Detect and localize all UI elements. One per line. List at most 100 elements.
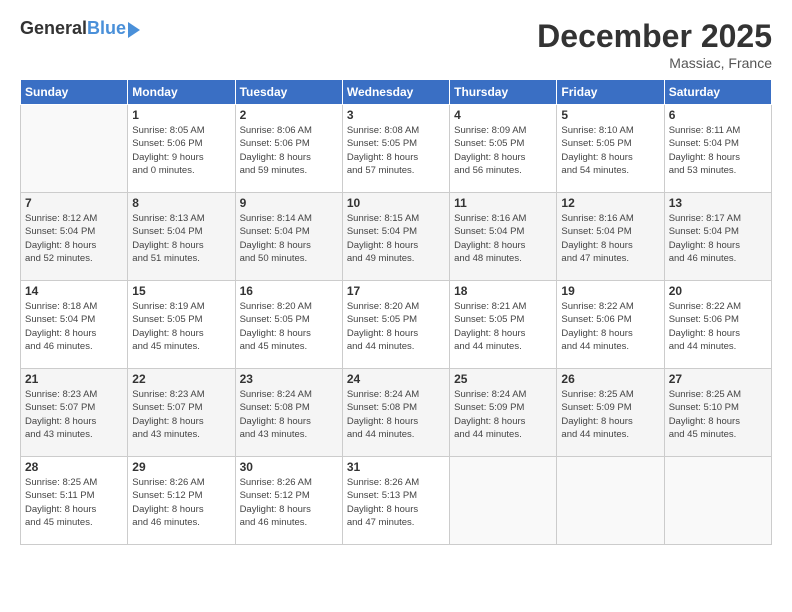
day-number: 16 [240, 284, 338, 298]
table-row: 3 Sunrise: 8:08 AM Sunset: 5:05 PM Daylig… [342, 105, 449, 193]
day-number: 23 [240, 372, 338, 386]
day-info: Sunrise: 8:22 AM Sunset: 5:06 PM Dayligh… [561, 300, 659, 353]
day-number: 19 [561, 284, 659, 298]
day-info: Sunrise: 8:16 AM Sunset: 5:04 PM Dayligh… [454, 212, 552, 265]
table-row: 1Sunrise: 8:05 AM Sunset: 5:06 PM Daylig… [128, 105, 235, 193]
day-number: 2 [240, 108, 338, 122]
table-row [450, 457, 557, 545]
day-info: Sunrise: 8:14 AM Sunset: 5:04 PM Dayligh… [240, 212, 338, 265]
day-info: Sunrise: 8:22 AM Sunset: 5:06 PM Dayligh… [669, 300, 767, 353]
calendar-week-row: 1Sunrise: 8:05 AM Sunset: 5:06 PM Daylig… [21, 105, 772, 193]
day-info: Sunrise: 8:06 AM Sunset: 5:06 PM Dayligh… [240, 124, 338, 177]
day-info: Sunrise: 8:11 AM Sunset: 5:04 PM Dayligh… [669, 124, 767, 177]
table-row: 8 Sunrise: 8:13 AM Sunset: 5:04 PM Daylig… [128, 193, 235, 281]
header-wednesday: Wednesday [342, 80, 449, 105]
day-number: 8 [132, 196, 230, 210]
title-block: December 2025 Massiac, France [537, 18, 772, 71]
day-number: 3 [347, 108, 445, 122]
page: General Blue December 2025 Massiac, Fran… [0, 0, 792, 612]
table-row: 11Sunrise: 8:16 AM Sunset: 5:04 PM Dayli… [450, 193, 557, 281]
table-row: 24 Sunrise: 8:24 AM Sunset: 5:08 PM Dayli… [342, 369, 449, 457]
day-info: Sunrise: 8:08 AM Sunset: 5:05 PM Dayligh… [347, 124, 445, 177]
calendar-week-row: 14 Sunrise: 8:18 AM Sunset: 5:04 PM Dayli… [21, 281, 772, 369]
table-row: 12 Sunrise: 8:16 AM Sunset: 5:04 PM Dayli… [557, 193, 664, 281]
day-info: Sunrise: 8:05 AM Sunset: 5:06 PM Dayligh… [132, 124, 230, 177]
table-row: 28Sunrise: 8:25 AM Sunset: 5:11 PM Dayli… [21, 457, 128, 545]
day-info: Sunrise: 8:24 AM Sunset: 5:08 PM Dayligh… [347, 388, 445, 441]
day-info: Sunrise: 8:17 AM Sunset: 5:04 PM Dayligh… [669, 212, 767, 265]
header: General Blue December 2025 Massiac, Fran… [20, 18, 772, 71]
day-number: 18 [454, 284, 552, 298]
table-row: 29 Sunrise: 8:26 AM Sunset: 5:12 PM Dayli… [128, 457, 235, 545]
table-row: 14 Sunrise: 8:18 AM Sunset: 5:04 PM Dayli… [21, 281, 128, 369]
table-row: 30 Sunrise: 8:26 AM Sunset: 5:12 PM Dayli… [235, 457, 342, 545]
day-info: Sunrise: 8:24 AM Sunset: 5:09 PM Dayligh… [454, 388, 552, 441]
day-number: 20 [669, 284, 767, 298]
day-number: 9 [240, 196, 338, 210]
table-row: 9 Sunrise: 8:14 AM Sunset: 5:04 PM Daylig… [235, 193, 342, 281]
day-number: 12 [561, 196, 659, 210]
day-info: Sunrise: 8:21 AM Sunset: 5:05 PM Dayligh… [454, 300, 552, 353]
day-number: 15 [132, 284, 230, 298]
header-sunday: Sunday [21, 80, 128, 105]
day-number: 17 [347, 284, 445, 298]
table-row: 2 Sunrise: 8:06 AM Sunset: 5:06 PM Daylig… [235, 105, 342, 193]
day-info: Sunrise: 8:23 AM Sunset: 5:07 PM Dayligh… [132, 388, 230, 441]
table-row: 27Sunrise: 8:25 AM Sunset: 5:10 PM Dayli… [664, 369, 771, 457]
day-info: Sunrise: 8:18 AM Sunset: 5:04 PM Dayligh… [25, 300, 123, 353]
header-monday: Monday [128, 80, 235, 105]
header-tuesday: Tuesday [235, 80, 342, 105]
day-info: Sunrise: 8:24 AM Sunset: 5:08 PM Dayligh… [240, 388, 338, 441]
day-info: Sunrise: 8:15 AM Sunset: 5:04 PM Dayligh… [347, 212, 445, 265]
logo: General Blue [20, 18, 140, 39]
day-info: Sunrise: 8:20 AM Sunset: 5:05 PM Dayligh… [240, 300, 338, 353]
calendar-table: Sunday Monday Tuesday Wednesday Thursday… [20, 79, 772, 545]
header-thursday: Thursday [450, 80, 557, 105]
day-info: Sunrise: 8:12 AM Sunset: 5:04 PM Dayligh… [25, 212, 123, 265]
day-number: 5 [561, 108, 659, 122]
table-row: 6 Sunrise: 8:11 AM Sunset: 5:04 PM Daylig… [664, 105, 771, 193]
table-row: 26Sunrise: 8:25 AM Sunset: 5:09 PM Dayli… [557, 369, 664, 457]
table-row: 22 Sunrise: 8:23 AM Sunset: 5:07 PM Dayli… [128, 369, 235, 457]
day-info: Sunrise: 8:19 AM Sunset: 5:05 PM Dayligh… [132, 300, 230, 353]
day-number: 24 [347, 372, 445, 386]
table-row [664, 457, 771, 545]
month-title: December 2025 [537, 18, 772, 55]
table-row: 17Sunrise: 8:20 AM Sunset: 5:05 PM Dayli… [342, 281, 449, 369]
day-info: Sunrise: 8:25 AM Sunset: 5:09 PM Dayligh… [561, 388, 659, 441]
day-number: 27 [669, 372, 767, 386]
table-row: 4 Sunrise: 8:09 AM Sunset: 5:05 PM Daylig… [450, 105, 557, 193]
day-info: Sunrise: 8:25 AM Sunset: 5:11 PM Dayligh… [25, 476, 123, 529]
location-text: Massiac, France [537, 55, 772, 71]
day-number: 4 [454, 108, 552, 122]
day-info: Sunrise: 8:13 AM Sunset: 5:04 PM Dayligh… [132, 212, 230, 265]
table-row: 16 Sunrise: 8:20 AM Sunset: 5:05 PM Dayli… [235, 281, 342, 369]
logo-general-text: General [20, 18, 87, 39]
day-info: Sunrise: 8:09 AM Sunset: 5:05 PM Dayligh… [454, 124, 552, 177]
calendar-week-row: 7 Sunrise: 8:12 AM Sunset: 5:04 PM Daylig… [21, 193, 772, 281]
day-number: 22 [132, 372, 230, 386]
day-info: Sunrise: 8:16 AM Sunset: 5:04 PM Dayligh… [561, 212, 659, 265]
table-row: 31 Sunrise: 8:26 AM Sunset: 5:13 PM Dayli… [342, 457, 449, 545]
logo-blue-text: Blue [87, 18, 126, 39]
logo-arrow-icon [128, 22, 140, 38]
table-row: 25 Sunrise: 8:24 AM Sunset: 5:09 PM Dayli… [450, 369, 557, 457]
day-info: Sunrise: 8:26 AM Sunset: 5:13 PM Dayligh… [347, 476, 445, 529]
day-number: 25 [454, 372, 552, 386]
day-number: 31 [347, 460, 445, 474]
day-number: 13 [669, 196, 767, 210]
calendar-week-row: 21Sunrise: 8:23 AM Sunset: 5:07 PM Dayli… [21, 369, 772, 457]
table-row [21, 105, 128, 193]
calendar-week-row: 28Sunrise: 8:25 AM Sunset: 5:11 PM Dayli… [21, 457, 772, 545]
day-number: 7 [25, 196, 123, 210]
day-number: 6 [669, 108, 767, 122]
day-number: 14 [25, 284, 123, 298]
table-row: 20 Sunrise: 8:22 AM Sunset: 5:06 PM Dayli… [664, 281, 771, 369]
day-number: 29 [132, 460, 230, 474]
table-row: 5Sunrise: 8:10 AM Sunset: 5:05 PM Daylig… [557, 105, 664, 193]
day-info: Sunrise: 8:26 AM Sunset: 5:12 PM Dayligh… [132, 476, 230, 529]
day-number: 30 [240, 460, 338, 474]
table-row: 18 Sunrise: 8:21 AM Sunset: 5:05 PM Dayli… [450, 281, 557, 369]
day-info: Sunrise: 8:23 AM Sunset: 5:07 PM Dayligh… [25, 388, 123, 441]
day-info: Sunrise: 8:26 AM Sunset: 5:12 PM Dayligh… [240, 476, 338, 529]
